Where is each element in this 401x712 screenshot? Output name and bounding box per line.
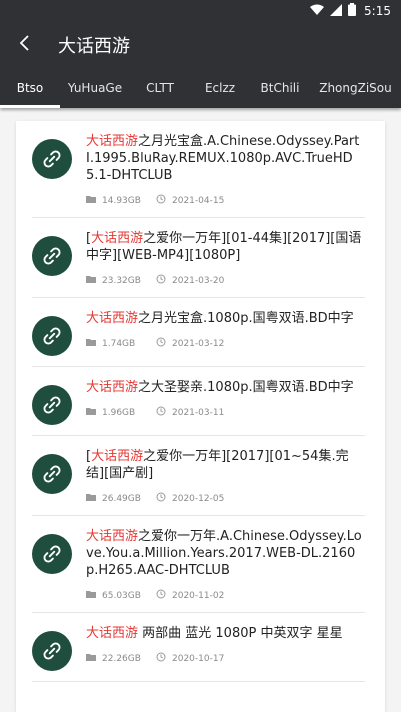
status-time: 5:15: [364, 4, 391, 18]
item-meta: 26.49GB 2020-12-05: [86, 492, 365, 505]
item-size: 23.32GB: [102, 275, 141, 286]
item-size: 22.26GB: [102, 653, 141, 664]
item-title: 大话西游之大圣娶亲.1080p.国粤双语.BD中字: [86, 379, 365, 396]
tab-zhongzisou[interactable]: ZhongZiSou: [310, 68, 401, 108]
clock-icon: [156, 274, 166, 287]
list-item[interactable]: [大话西游之爱你一万年][2017][01~54集.完结][国产剧] 26.49…: [32, 436, 365, 516]
item-size: 1.74GB: [102, 338, 136, 349]
item-date: 2021-03-20: [172, 275, 225, 286]
item-title: 大话西游之爱你一万年.A.Chinese.Odyssey.Love.You.a.…: [86, 528, 365, 579]
magnet-link-icon: [32, 385, 72, 425]
item-meta: 14.93GB 2021-04-15: [86, 194, 365, 207]
item-title: [大话西游之爱你一万年][01-44集][2017][国语中字][WEB-MP4…: [86, 230, 365, 264]
list-item[interactable]: 大话西游 两部曲 蓝光 1080P 中英双字 星星 22.26GB 2020-1…: [32, 613, 365, 682]
clock-icon: [156, 406, 166, 419]
back-arrow-icon: [18, 34, 30, 56]
tab-cltt[interactable]: CLTT: [130, 68, 190, 108]
item-body: [大话西游之爱你一万年][01-44集][2017][国语中字][WEB-MP4…: [86, 230, 365, 287]
item-title-rest: 之月光宝盒.1080p.国粤双语.BD中字: [138, 311, 354, 326]
item-title-highlight: 大话西游: [91, 231, 144, 246]
item-size: 1.96GB: [102, 407, 136, 418]
magnet-link-icon: [32, 631, 72, 671]
item-title: [大话西游之爱你一万年][2017][01~54集.完结][国产剧]: [86, 448, 365, 482]
item-title-rest: 之大圣娶亲.1080p.国粤双语.BD中字: [138, 380, 354, 395]
app-bar: 大话西游: [0, 22, 401, 68]
item-date: 2021-03-12: [172, 338, 225, 349]
item-date: 2021-04-15: [172, 195, 225, 206]
clock-icon: [156, 337, 166, 350]
item-date: 2020-12-05: [172, 493, 225, 504]
item-size: 14.93GB: [102, 195, 141, 206]
list-item[interactable]: 大话西游之爱你一万年.A.Chinese.Odyssey.Love.You.a.…: [32, 516, 365, 613]
item-body: 大话西游之月光宝盒.A.Chinese.Odyssey.PartI.1995.B…: [86, 133, 365, 207]
page-title: 大话西游: [58, 36, 130, 57]
item-meta: 23.32GB 2021-03-20: [86, 274, 365, 287]
item-date: 2021-03-11: [172, 407, 225, 418]
tab-yuhuage[interactable]: YuHuaGe: [60, 68, 130, 108]
item-meta: 1.96GB 2021-03-11: [86, 406, 365, 419]
clock-icon: [156, 194, 166, 207]
item-title-highlight: 大话西游: [86, 380, 139, 395]
item-body: 大话西游之大圣娶亲.1080p.国粤双语.BD中字 1.96GB 2021-03…: [86, 379, 365, 425]
source-tabs: Btso YuHuaGe CLTT Eclzz BtChili ZhongZiS…: [0, 68, 401, 108]
folder-icon: [86, 653, 96, 664]
item-title-highlight: 大话西游: [86, 134, 139, 149]
item-date: 2020-10-17: [172, 653, 225, 664]
list-item[interactable]: 大话西游之月光宝盒.A.Chinese.Odyssey.PartI.1995.B…: [32, 121, 365, 218]
back-button[interactable]: [0, 22, 48, 68]
item-title-highlight: 大话西游: [86, 626, 139, 641]
folder-icon: [86, 195, 96, 206]
tab-btso[interactable]: Btso: [0, 68, 60, 108]
list-item[interactable]: [大话西游之爱你一万年][01-44集][2017][国语中字][WEB-MP4…: [32, 218, 365, 298]
magnet-link-icon: [32, 139, 72, 179]
item-title-rest: 两部曲 蓝光 1080P 中英双字 星星: [138, 626, 343, 641]
wifi-icon: [310, 4, 325, 19]
folder-icon: [86, 590, 96, 601]
clock-icon: [156, 652, 166, 665]
clock-icon: [156, 589, 166, 602]
item-size: 65.03GB: [102, 590, 141, 601]
tab-btchili[interactable]: BtChili: [250, 68, 310, 108]
results-list: 大话西游之月光宝盒.A.Chinese.Odyssey.PartI.1995.B…: [16, 121, 385, 712]
magnet-link-icon: [32, 316, 72, 356]
item-body: 大话西游 两部曲 蓝光 1080P 中英双字 星星 22.26GB 2020-1…: [86, 625, 365, 671]
item-body: 大话西游之月光宝盒.1080p.国粤双语.BD中字 1.74GB 2021-03…: [86, 310, 365, 356]
clock-icon: [156, 492, 166, 505]
folder-icon: [86, 275, 96, 286]
list-item[interactable]: 大话西游之月光宝盒.1080p.国粤双语.BD中字 1.74GB 2021-03…: [32, 298, 365, 367]
item-meta: 65.03GB 2020-11-02: [86, 589, 365, 602]
item-title-highlight: 大话西游: [86, 311, 139, 326]
status-bar: 5:15: [0, 0, 401, 22]
item-title-highlight: 大话西游: [91, 449, 144, 464]
item-title: 大话西游之月光宝盒.A.Chinese.Odyssey.PartI.1995.B…: [86, 133, 365, 184]
item-title: 大话西游 两部曲 蓝光 1080P 中英双字 星星: [86, 625, 365, 642]
magnet-link-icon: [32, 236, 72, 276]
list-item[interactable]: 大话西游之大圣娶亲.1080p.国粤双语.BD中字 1.96GB 2021-03…: [32, 367, 365, 436]
item-title-highlight: 大话西游: [86, 529, 139, 544]
folder-icon: [86, 493, 96, 504]
item-date: 2020-11-02: [172, 590, 225, 601]
magnet-link-icon: [32, 534, 72, 574]
item-body: 大话西游之爱你一万年.A.Chinese.Odyssey.Love.You.a.…: [86, 528, 365, 602]
item-size: 26.49GB: [102, 493, 141, 504]
folder-icon: [86, 407, 96, 418]
magnet-link-icon: [32, 454, 72, 494]
item-body: [大话西游之爱你一万年][2017][01~54集.完结][国产剧] 26.49…: [86, 448, 365, 505]
tab-eclzz[interactable]: Eclzz: [190, 68, 250, 108]
item-title: 大话西游之月光宝盒.1080p.国粤双语.BD中字: [86, 310, 365, 327]
folder-icon: [86, 338, 96, 349]
battery-icon: [348, 3, 357, 19]
item-meta: 1.74GB 2021-03-12: [86, 337, 365, 350]
signal-icon: [330, 3, 343, 19]
item-meta: 22.26GB 2020-10-17: [86, 652, 365, 665]
